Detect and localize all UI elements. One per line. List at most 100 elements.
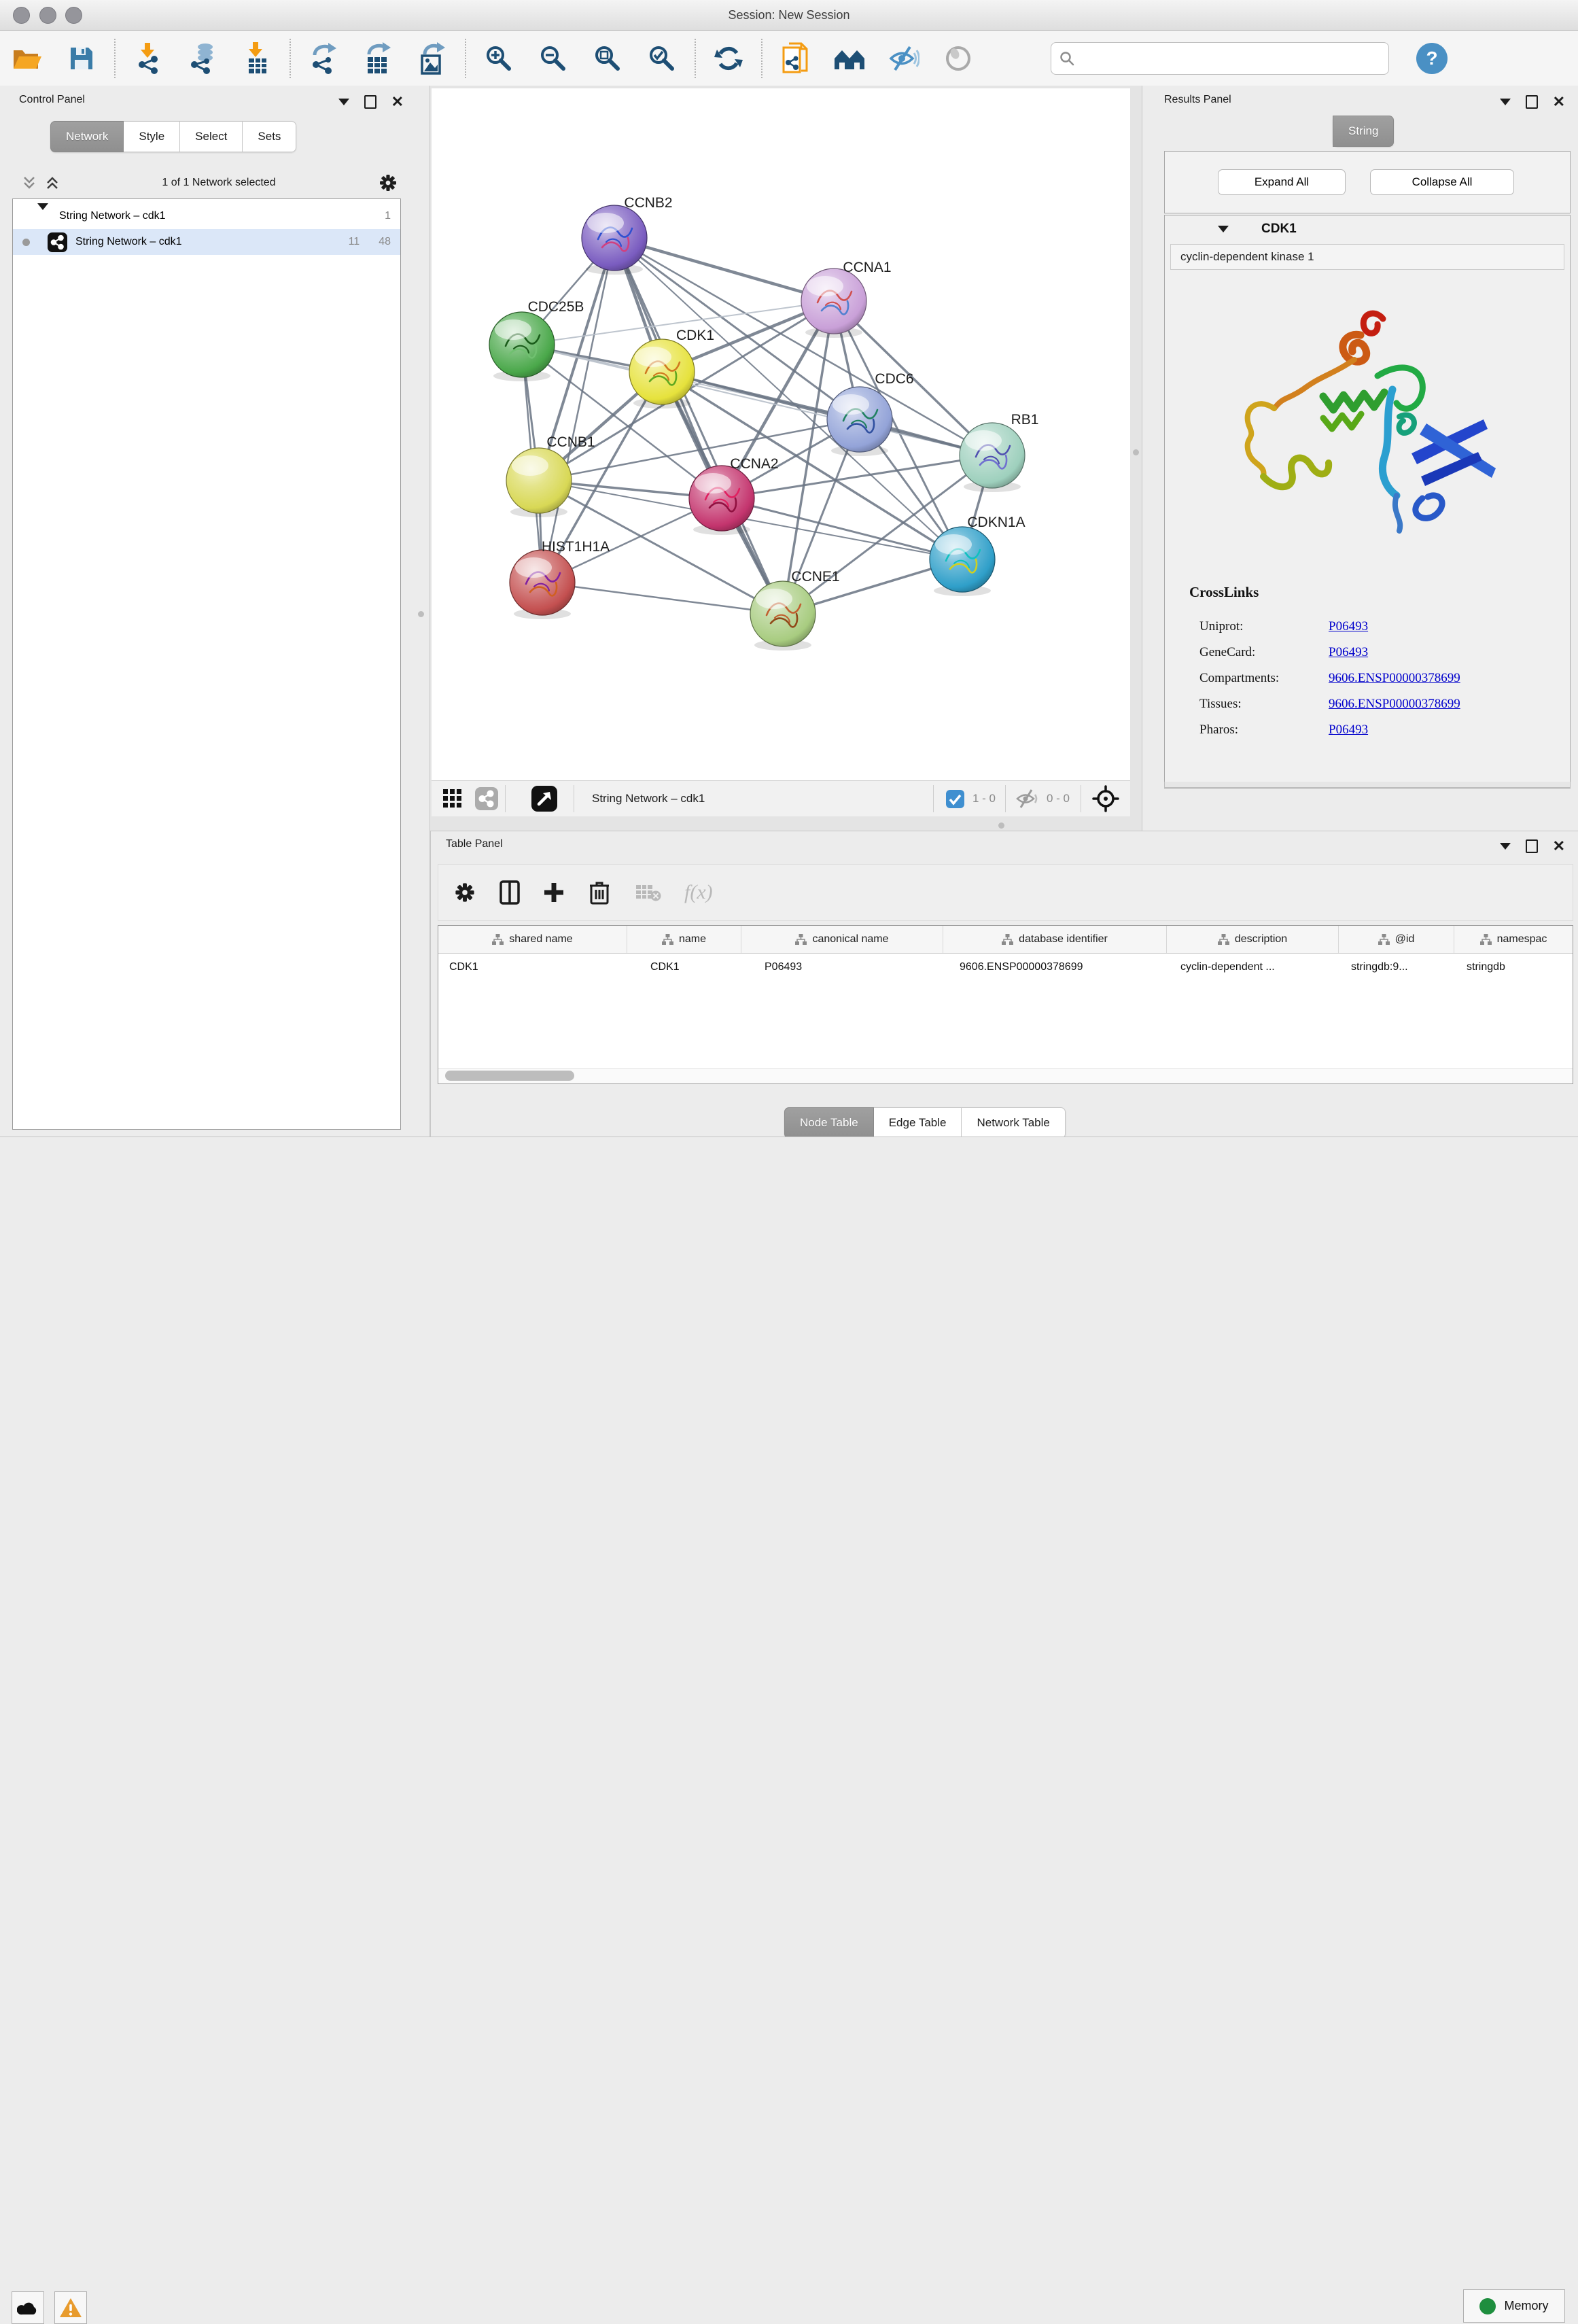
grid-view-icon[interactable] bbox=[442, 788, 463, 809]
splitter-grip[interactable] bbox=[1133, 449, 1139, 455]
tab-network-table[interactable]: Network Table bbox=[962, 1107, 1065, 1139]
tree-expand-icon[interactable] bbox=[37, 210, 48, 222]
expand-all-networks-icon[interactable] bbox=[45, 175, 60, 190]
tab-string[interactable]: String bbox=[1333, 116, 1394, 147]
cell-id[interactable]: stringdb:9... bbox=[1339, 954, 1454, 981]
column-header-description[interactable]: description bbox=[1167, 926, 1339, 953]
collapse-all-button[interactable]: Collapse All bbox=[1370, 169, 1514, 195]
crosslink-pharos-link[interactable]: P06493 bbox=[1329, 723, 1368, 737]
splitter-grip[interactable] bbox=[418, 611, 424, 617]
tab-select[interactable]: Select bbox=[180, 121, 243, 152]
crosslink-uniprot-link[interactable]: P06493 bbox=[1329, 619, 1368, 634]
import-network-button[interactable] bbox=[130, 41, 166, 76]
close-panel-icon[interactable]: ✕ bbox=[1553, 841, 1565, 852]
float-panel-icon[interactable] bbox=[364, 95, 376, 109]
column-header-namespace[interactable]: namespac bbox=[1454, 926, 1573, 953]
table-row[interactable]: CDK1 CDK1 P06493 9606.ENSP00000378699 cy… bbox=[438, 954, 1573, 981]
search-field[interactable] bbox=[1051, 42, 1389, 75]
network-edge[interactable] bbox=[614, 238, 834, 301]
network-node[interactable] bbox=[582, 205, 647, 271]
section-collapse-icon[interactable] bbox=[1218, 226, 1229, 232]
selected-checkbox-icon[interactable] bbox=[946, 790, 964, 808]
panel-menu-icon[interactable] bbox=[1500, 99, 1511, 105]
crosslink-compartments-link[interactable]: 9606.ENSP00000378699 bbox=[1329, 671, 1460, 685]
tab-edge-table[interactable]: Edge Table bbox=[874, 1107, 962, 1139]
delete-column-trash-icon[interactable] bbox=[589, 880, 610, 905]
add-column-icon[interactable] bbox=[543, 882, 565, 903]
cloud-button[interactable] bbox=[12, 2291, 44, 2324]
cell-name[interactable]: CDK1 bbox=[627, 954, 741, 981]
expand-all-button[interactable]: Expand All bbox=[1218, 169, 1346, 195]
float-panel-icon[interactable] bbox=[1526, 95, 1538, 109]
clone-network-button[interactable] bbox=[777, 41, 813, 76]
crosslink-tissues-link[interactable]: 9606.ENSP00000378699 bbox=[1329, 697, 1460, 711]
zoom-out-button[interactable] bbox=[536, 41, 571, 76]
save-session-button[interactable] bbox=[64, 41, 99, 76]
zoom-selected-button[interactable] bbox=[644, 41, 680, 76]
show-columns-icon[interactable] bbox=[499, 880, 520, 905]
network-node[interactable] bbox=[801, 268, 866, 334]
network-collection-row[interactable]: String Network – cdk1 1 bbox=[13, 203, 400, 229]
network-node[interactable] bbox=[750, 581, 816, 646]
export-table-button[interactable] bbox=[360, 41, 396, 76]
cell-canonical-name[interactable]: P06493 bbox=[741, 954, 943, 981]
import-database-button[interactable] bbox=[185, 41, 220, 76]
search-input[interactable] bbox=[1081, 51, 1388, 66]
network-node[interactable] bbox=[960, 423, 1025, 488]
show-all-button[interactable] bbox=[941, 41, 976, 76]
warnings-button[interactable] bbox=[54, 2291, 87, 2324]
refresh-button[interactable] bbox=[711, 41, 746, 76]
column-header-canonical-name[interactable]: canonical name bbox=[741, 926, 943, 953]
protein-structure-image[interactable] bbox=[1165, 294, 1570, 566]
zoom-in-button[interactable] bbox=[481, 41, 516, 76]
table-horizontal-scrollbar[interactable] bbox=[438, 1068, 1573, 1083]
tab-network[interactable]: Network bbox=[50, 121, 124, 152]
memory-button[interactable]: Memory bbox=[1463, 2289, 1565, 2323]
show-overview-button[interactable] bbox=[832, 41, 867, 76]
network-row-selected[interactable]: String Network – cdk1 11 48 bbox=[13, 229, 400, 255]
network-edge[interactable] bbox=[542, 583, 783, 614]
panel-menu-icon[interactable] bbox=[338, 99, 349, 105]
import-table-button[interactable] bbox=[239, 41, 275, 76]
hide-selected-button[interactable] bbox=[886, 41, 922, 76]
network-node[interactable] bbox=[489, 312, 555, 377]
help-button[interactable]: ? bbox=[1416, 43, 1448, 74]
column-header-database-identifier[interactable]: database identifier bbox=[943, 926, 1167, 953]
network-options-gear-icon[interactable] bbox=[378, 173, 398, 193]
column-header-shared-name[interactable]: shared name bbox=[438, 926, 627, 953]
network-node[interactable] bbox=[510, 550, 575, 615]
export-image-button[interactable] bbox=[415, 41, 450, 76]
scrollbar-thumb[interactable] bbox=[445, 1071, 574, 1081]
hidden-eye-slash-icon[interactable] bbox=[1015, 788, 1040, 809]
birdseye-navigator-icon[interactable] bbox=[1092, 785, 1119, 812]
network-edge[interactable] bbox=[542, 238, 614, 583]
tab-node-table[interactable]: Node Table bbox=[784, 1107, 874, 1139]
protein-section-header[interactable]: CDK1 bbox=[1165, 215, 1570, 243]
collapse-all-networks-icon[interactable] bbox=[22, 175, 37, 190]
float-panel-icon[interactable] bbox=[1526, 839, 1538, 853]
cell-namespace[interactable]: stringdb bbox=[1454, 954, 1573, 981]
network-node[interactable] bbox=[629, 339, 695, 404]
export-network-button[interactable] bbox=[306, 41, 341, 76]
network-node[interactable] bbox=[689, 466, 754, 531]
close-panel-icon[interactable]: ✕ bbox=[1553, 97, 1565, 107]
zoom-fit-button[interactable] bbox=[590, 41, 625, 76]
column-header-name[interactable]: name bbox=[627, 926, 741, 953]
tab-style[interactable]: Style bbox=[124, 121, 180, 152]
tab-sets[interactable]: Sets bbox=[243, 121, 296, 152]
network-edge[interactable] bbox=[722, 498, 962, 559]
network-canvas[interactable]: CCNB2CCNA1CDC25BCDK1CDC6RB1CCNB1CCNA2CDK… bbox=[432, 88, 1130, 780]
cell-shared-name[interactable]: CDK1 bbox=[438, 954, 627, 981]
splitter-grip[interactable] bbox=[998, 822, 1004, 829]
network-node[interactable] bbox=[930, 527, 995, 592]
detach-view-icon[interactable] bbox=[531, 786, 557, 812]
network-node[interactable] bbox=[506, 448, 572, 513]
table-settings-gear-icon[interactable] bbox=[453, 881, 476, 904]
network-edge[interactable] bbox=[614, 238, 783, 614]
column-header-id[interactable]: @id bbox=[1339, 926, 1454, 953]
panel-menu-icon[interactable] bbox=[1500, 843, 1511, 850]
close-panel-icon[interactable]: ✕ bbox=[391, 97, 404, 107]
open-session-button[interactable] bbox=[10, 41, 45, 76]
crosslink-genecard-link[interactable]: P06493 bbox=[1329, 645, 1368, 659]
network-node[interactable] bbox=[827, 387, 892, 452]
